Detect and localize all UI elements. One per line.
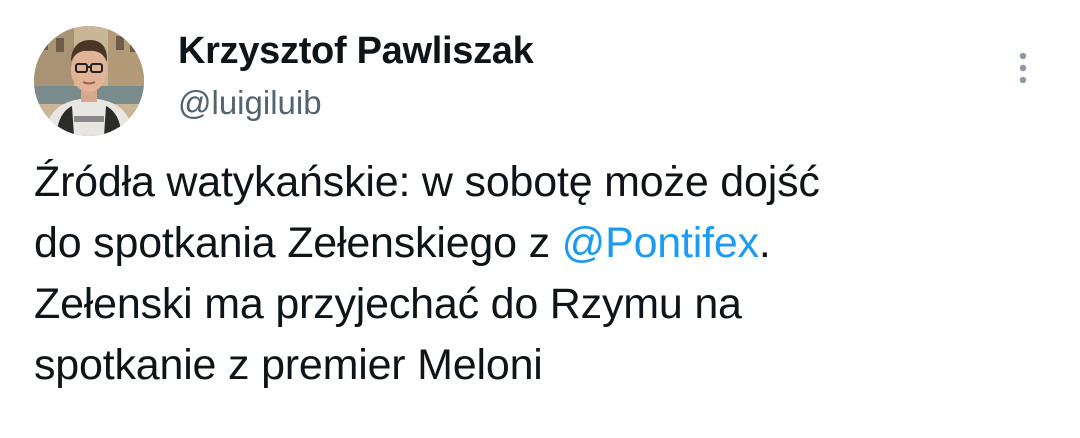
tweet-text-line: Zełenski ma przyjechać do Rzymu na — [34, 280, 742, 328]
avatar[interactable] — [34, 26, 144, 136]
mention-link[interactable]: @Pontifex — [562, 219, 759, 267]
author-display-name[interactable]: Krzysztof Pawliszak — [178, 30, 534, 73]
tweet-card: Krzysztof Pawliszak @luigiluib Źródła wa… — [0, 0, 1080, 438]
avatar-photo — [34, 26, 144, 136]
author-handle[interactable]: @luigiluib — [178, 84, 322, 122]
tweet-text-line: Źródła watykańskie: w sobotę może dojść — [34, 158, 820, 206]
tweet-text-segment: . — [758, 219, 771, 267]
tweet-text-line: do spotkania Zełenskiego z @Pontifex. — [34, 213, 1044, 274]
tweet-text-segment: do spotkania Zełenskiego z — [34, 219, 562, 267]
tweet-text-line: spotkanie z premier Meloni — [34, 341, 543, 389]
more-vertical-icon — [1019, 52, 1027, 84]
tweet-text: Źródła watykańskie: w sobotę może dojść … — [34, 152, 1044, 396]
more-options-button[interactable] — [1008, 50, 1038, 90]
